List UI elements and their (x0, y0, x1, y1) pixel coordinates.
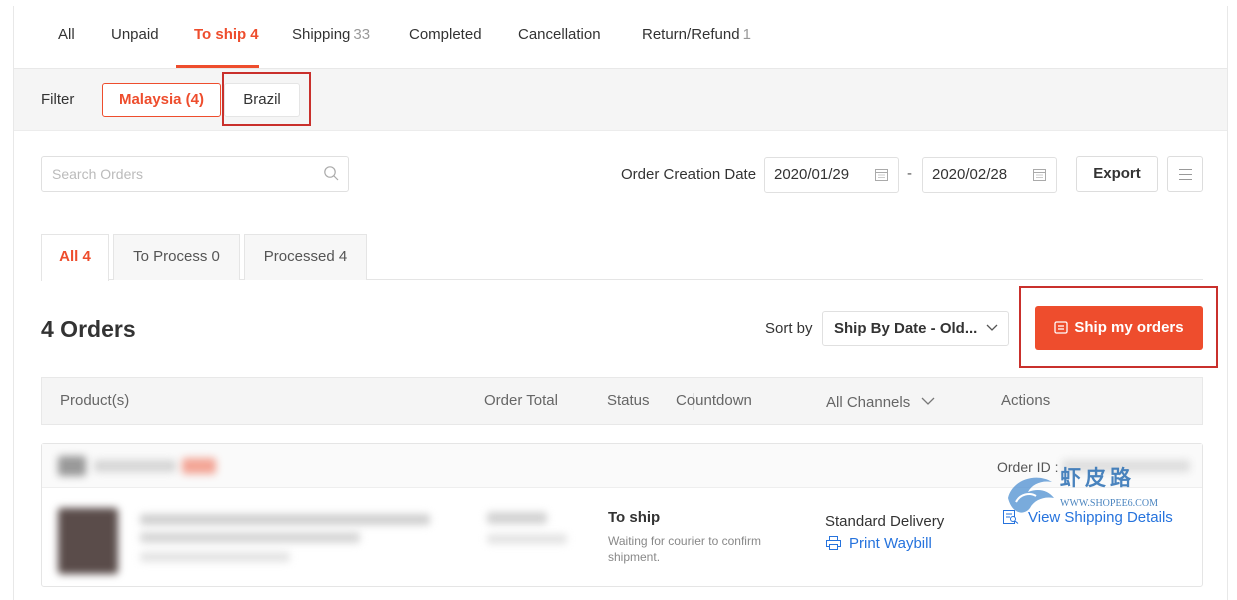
chevron-down-icon (921, 397, 935, 405)
header-order-total: Order Total (484, 392, 558, 409)
header-product: Product(s) (60, 392, 130, 409)
tab-shipping[interactable]: Shipping 33 (292, 26, 370, 43)
active-tab-indicator (176, 65, 259, 68)
subtab-all[interactable]: All 4 (41, 234, 109, 281)
search-input[interactable] (42, 157, 312, 191)
menu-icon[interactable] (1167, 156, 1203, 192)
tab-cancellation[interactable]: Cancellation (518, 26, 601, 43)
sort-label: Sort by (765, 320, 813, 337)
sub-tabs: All 4 To Process 0 Processed 4 (41, 234, 1203, 281)
date-separator: - (907, 165, 912, 182)
subtab-processed[interactable]: Processed 4 (244, 234, 367, 280)
payment-method (487, 534, 567, 544)
tab-all[interactable]: All (58, 26, 75, 43)
tab-label: To ship (194, 26, 247, 43)
tab-count: 33 (353, 26, 371, 43)
tab-label: All (58, 26, 75, 43)
print-waybill-link[interactable]: Print Waybill (826, 535, 932, 552)
date-from-value: 2020/01/29 (774, 166, 850, 183)
buyer-name (94, 460, 176, 472)
date-filter-label: Order Creation Date (621, 166, 757, 183)
buyer-avatar (58, 456, 86, 476)
product-name (140, 532, 360, 543)
header-actions: Actions (1001, 392, 1051, 409)
print-waybill-label: Print Waybill (849, 535, 932, 552)
watermark-logo-icon (1008, 477, 1054, 513)
sort-select[interactable]: Ship By Date - Old... (822, 311, 1009, 346)
date-to-field[interactable]: 2020/02/28 (922, 157, 1057, 193)
tab-unpaid[interactable]: Unpaid (111, 26, 159, 43)
calendar-icon (1033, 169, 1046, 181)
tab-to-ship[interactable]: To ship 4 (194, 26, 259, 43)
tab-label: Shipping (292, 26, 351, 43)
filter-chip-malaysia[interactable]: Malaysia (4) (102, 83, 221, 117)
tab-return-refund[interactable]: Return/Refund 1 (642, 26, 751, 43)
watermark: 虾皮路 WWW.SHOPEE6.COM (990, 460, 1190, 530)
orders-table-header: Product(s) Order Total Status Countdown … (41, 377, 1203, 425)
annotation-highlight-box (222, 72, 311, 126)
chevron-down-icon (986, 324, 998, 331)
product-image (58, 508, 118, 574)
filter-bar: Filter Malaysia (4) Brazil (14, 69, 1227, 131)
orders-count-title: 4 Orders (41, 316, 136, 342)
order-total-value (487, 512, 547, 524)
calendar-icon (875, 169, 888, 181)
tab-label: Return/Refund (642, 26, 740, 43)
channels-filter-label: All Channels (826, 394, 911, 411)
watermark-text: 虾皮路 (1060, 467, 1135, 490)
tab-label: Unpaid (111, 26, 159, 43)
watermark-url: WWW.SHOPEE6.COM (1060, 498, 1158, 509)
search-box (41, 156, 349, 192)
chat-button[interactable] (182, 458, 216, 474)
filter-label: Filter (41, 91, 75, 108)
order-status-detail: Waiting for courier to confirm shipment. (608, 534, 761, 564)
subtab-to-process[interactable]: To Process 0 (113, 234, 240, 280)
header-countdown: Countdown (676, 392, 752, 409)
tab-count: 1 (742, 26, 751, 43)
tab-count: 4 (250, 26, 259, 43)
tab-label: Cancellation (518, 26, 601, 43)
header-status: Status (607, 392, 650, 409)
status-tabs: All Unpaid To ship 4 Shipping 33 Completed… (14, 6, 1227, 69)
tab-label: Completed (409, 26, 482, 43)
search-icon[interactable] (323, 165, 339, 181)
date-from-field[interactable]: 2020/01/29 (764, 157, 899, 193)
printer-icon (826, 536, 841, 550)
sort-value: Ship By Date - Old... (834, 320, 978, 337)
date-to-value: 2020/02/28 (932, 166, 1008, 183)
order-status: To ship (608, 509, 661, 526)
channels-filter[interactable]: All Channels (826, 394, 935, 411)
export-button[interactable]: Export (1076, 156, 1158, 192)
shipping-channel: Standard Delivery (825, 513, 945, 530)
product-name (140, 514, 430, 525)
product-variation (140, 552, 290, 562)
annotation-highlight-box (1019, 286, 1218, 368)
tab-completed[interactable]: Completed (409, 26, 482, 43)
